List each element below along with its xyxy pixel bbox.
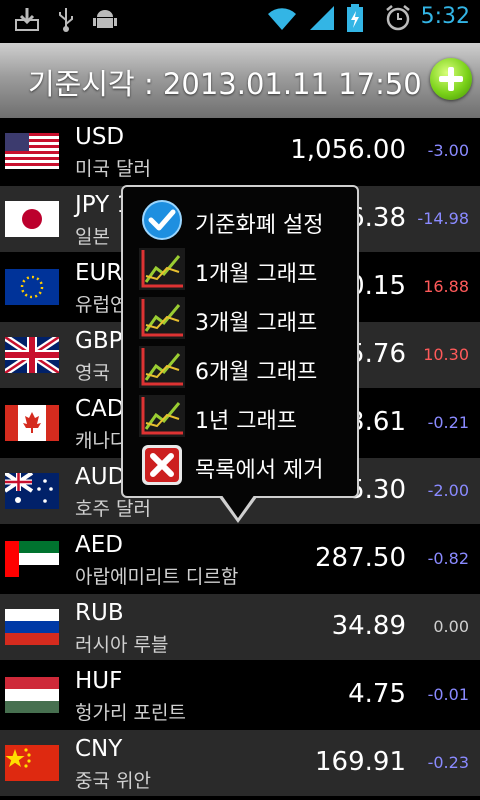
currency-code: USD — [75, 124, 125, 150]
menu-item-1-year-graph[interactable]: 1년 그래프 — [135, 395, 357, 439]
currency-name: 아랍에미리트 디르함 — [75, 566, 239, 588]
currency-code: EUR — [75, 260, 123, 286]
alarm-icon — [386, 5, 410, 31]
currency-name: 캐나다 — [75, 430, 128, 452]
list-item[interactable]: CNY 중국 위안 169.91 -0.23 — [0, 730, 480, 796]
canada-flag-icon — [5, 405, 59, 441]
remove-icon — [142, 445, 182, 485]
currency-code: CNY — [75, 736, 123, 762]
usb-icon — [59, 8, 73, 32]
menu-item-label: 6개월 그래프 — [195, 360, 318, 385]
download-icon — [15, 8, 39, 31]
signal-icon — [310, 6, 334, 30]
currency-code: HUF — [75, 668, 123, 694]
currency-code: AUD — [75, 464, 126, 490]
android-icon — [93, 10, 117, 28]
currency-name: 호주 달러 — [75, 498, 151, 520]
menu-item-3-month-graph[interactable]: 3개월 그래프 — [135, 297, 357, 341]
clock-time: 5:32 — [420, 4, 470, 29]
menu-item-label: 1년 그래프 — [195, 409, 297, 434]
russia-flag-icon — [5, 609, 59, 645]
uae-flag-icon — [5, 541, 59, 577]
rate-change: -2.00 — [427, 481, 469, 500]
currency-name: 유럽연 — [75, 294, 128, 316]
graph-icon — [139, 297, 185, 339]
menu-item-set-base-currency[interactable]: 기준화폐 설정 — [135, 199, 357, 243]
rate-change: -0.01 — [427, 685, 469, 704]
currency-name: 헝가리 포린트 — [75, 702, 186, 724]
currency-code: CAD — [75, 396, 125, 422]
eu-flag-icon — [5, 269, 59, 305]
rate-change: 16.88 — [423, 277, 469, 296]
context-menu-popup: 기준화폐 설정 1개월 그래프 3개월 그래프 6개월 그래프 1년 그래프 목… — [121, 185, 359, 498]
graph-icon — [139, 346, 185, 388]
currency-name: 중국 위안 — [75, 770, 151, 792]
rate-change: -0.23 — [427, 753, 469, 772]
exchange-rate: 287.50 — [315, 543, 406, 573]
currency-code: RUB — [75, 600, 124, 626]
australia-flag-icon — [5, 473, 59, 509]
exchange-rate: 1,056.00 — [290, 135, 406, 165]
menu-item-1-month-graph[interactable]: 1개월 그래프 — [135, 248, 357, 292]
rate-change: 10.30 — [423, 345, 469, 364]
menu-item-label: 1개월 그래프 — [195, 262, 318, 287]
list-item[interactable]: AED 아랍에미리트 디르함 287.50 -0.82 — [0, 526, 480, 592]
japan-flag-icon — [5, 201, 59, 237]
menu-item-label: 목록에서 제거 — [195, 458, 324, 483]
list-item[interactable]: HUF 헝가리 포린트 4.75 -0.01 — [0, 662, 480, 728]
status-bar: 5:32 — [0, 0, 480, 38]
menu-item-label: 3개월 그래프 — [195, 311, 318, 336]
currency-name: 일본 — [75, 226, 110, 248]
rate-change: -0.82 — [427, 549, 469, 568]
exchange-rate: 34.89 — [331, 611, 406, 641]
rate-change: 0.00 — [433, 617, 469, 636]
checkmark-icon — [142, 200, 182, 240]
china-flag-icon — [5, 745, 59, 781]
battery-charging-icon — [347, 4, 363, 32]
wifi-icon — [268, 8, 296, 30]
us-flag-icon — [5, 133, 59, 169]
rate-change: -14.98 — [417, 209, 469, 228]
menu-item-6-month-graph[interactable]: 6개월 그래프 — [135, 346, 357, 390]
uk-flag-icon — [5, 337, 59, 373]
menu-item-label: 기준화폐 설정 — [195, 213, 324, 238]
popup-arrow — [221, 494, 255, 518]
add-currency-button[interactable] — [430, 58, 472, 100]
currency-name: 미국 달러 — [75, 158, 151, 180]
app-header: 기준시각 : 2013.01.11 17:50 — [0, 43, 480, 118]
list-item[interactable]: USD 미국 달러 1,056.00 -3.00 — [0, 118, 480, 184]
currency-name: 영국 — [75, 362, 110, 384]
currency-code: GBP — [75, 328, 123, 354]
reference-time-title: 기준시각 : 2013.01.11 17:50 — [28, 67, 422, 101]
rate-change: -0.21 — [427, 413, 469, 432]
exchange-rate: 4.75 — [348, 679, 406, 709]
currency-name: 러시아 루블 — [75, 634, 169, 656]
graph-icon — [139, 395, 185, 437]
exchange-rate: 169.91 — [315, 747, 406, 777]
list-item[interactable]: RUB 러시아 루블 34.89 0.00 — [0, 594, 480, 660]
menu-item-remove-from-list[interactable]: 목록에서 제거 — [135, 444, 357, 488]
hungary-flag-icon — [5, 677, 59, 713]
graph-icon — [139, 248, 185, 290]
currency-code: AED — [75, 532, 123, 558]
rate-change: -3.00 — [427, 141, 469, 160]
